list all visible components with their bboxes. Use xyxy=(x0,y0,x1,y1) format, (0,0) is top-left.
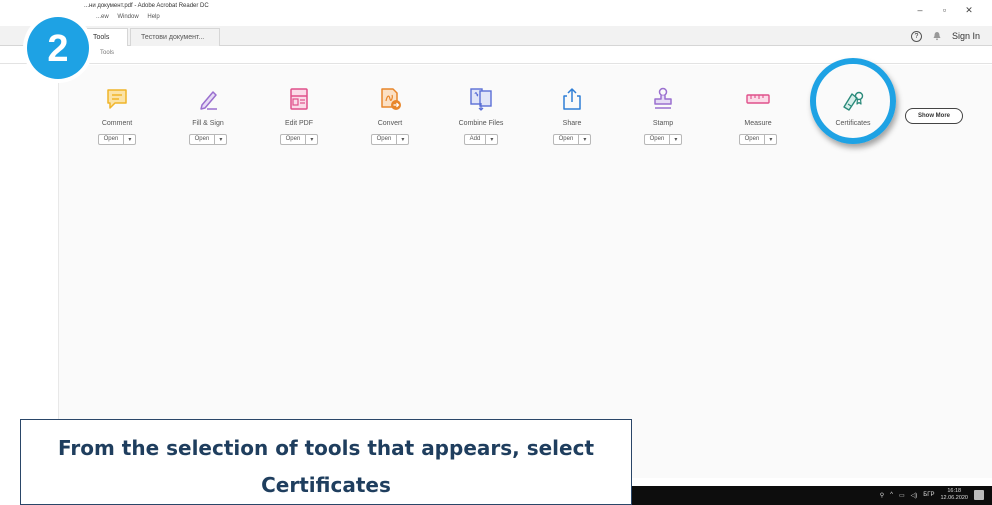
volume-icon[interactable]: ◁) xyxy=(911,492,918,499)
chevron-down-icon[interactable]: ▾ xyxy=(670,135,681,144)
tool-label: Edit PDF xyxy=(284,120,313,127)
date: 12.06.2020 xyxy=(940,495,968,501)
tool-comment[interactable]: Comment Open ▾ xyxy=(72,86,162,145)
chevron-down-icon[interactable]: ▾ xyxy=(486,135,497,144)
menu-help[interactable]: Help xyxy=(147,14,159,20)
tool-label: Fill & Sign xyxy=(192,120,224,127)
open-button[interactable]: Open ▾ xyxy=(188,134,228,145)
open-button[interactable]: Open ▾ xyxy=(279,134,319,145)
tool-edit-pdf[interactable]: Edit PDF Open ▾ xyxy=(254,86,344,145)
menu-window[interactable]: Window xyxy=(117,14,138,20)
tool-label: Combine Files xyxy=(458,120,504,127)
tool-measure[interactable]: Measure Open ▾ xyxy=(713,86,803,145)
chevron-down-icon[interactable]: ▾ xyxy=(397,135,408,144)
highlight-ring xyxy=(810,58,896,144)
open-button[interactable]: Open ▾ xyxy=(552,134,592,145)
tool-stamp[interactable]: Stamp Open ▾ xyxy=(618,86,708,145)
breadcrumb-tools[interactable]: Tools xyxy=(100,50,114,56)
system-tray: ⚲ ^ ▭ ◁) БГР 16:18 12.06.2020 xyxy=(880,488,984,502)
menu-bar: ...ew Window Help xyxy=(96,14,167,20)
chevron-down-icon[interactable]: ▾ xyxy=(215,135,226,144)
chevron-down-icon[interactable]: ▾ xyxy=(306,135,317,144)
window-title: ...ни документ.pdf - Adobe Acrobat Reade… xyxy=(84,3,209,9)
bell-icon[interactable] xyxy=(932,31,942,41)
open-button[interactable]: Open ▾ xyxy=(643,134,683,145)
convert-icon xyxy=(381,88,401,110)
notification-icon[interactable] xyxy=(974,490,984,500)
tool-label: Measure xyxy=(744,120,772,127)
tool-combine-files[interactable]: Combine Files Add ▾ xyxy=(436,86,526,145)
tool-fill-sign[interactable]: Fill & Sign Open ▾ xyxy=(163,86,253,145)
restore-button[interactable]: ▫ xyxy=(933,5,955,15)
measure-icon xyxy=(746,94,770,104)
share-icon xyxy=(563,88,581,110)
minimize-button[interactable]: – xyxy=(909,5,931,15)
tab-document[interactable]: Тестови документ... xyxy=(130,28,220,46)
tool-share[interactable]: Share Open ▾ xyxy=(527,86,617,145)
chevron-down-icon[interactable]: ▾ xyxy=(124,135,135,144)
combine-files-icon xyxy=(470,88,492,111)
tool-label: Comment xyxy=(101,120,133,127)
header-right-tools: ? Sign In xyxy=(910,28,980,44)
open-button[interactable]: Open ▾ xyxy=(370,134,410,145)
comment-icon xyxy=(107,89,127,109)
title-bar: ...ни документ.pdf - Adobe Acrobat Reade… xyxy=(0,0,992,26)
close-button[interactable]: ✕ xyxy=(958,5,980,16)
sign-in-link[interactable]: Sign In xyxy=(952,31,980,41)
tool-label: Share xyxy=(562,120,582,127)
help-icon[interactable]: ? xyxy=(910,30,922,42)
open-button[interactable]: Open ▾ xyxy=(97,134,137,145)
network-icon[interactable]: ▭ xyxy=(899,492,905,499)
time: 16:18 xyxy=(947,488,962,494)
language-indicator[interactable]: БГР xyxy=(923,492,934,498)
edit-pdf-icon xyxy=(290,88,308,110)
chevron-down-icon[interactable]: ▾ xyxy=(765,135,776,144)
chevron-up-icon[interactable]: ^ xyxy=(890,492,893,498)
step-number: 2 xyxy=(47,28,68,70)
show-more-button[interactable]: Show More xyxy=(905,108,963,124)
open-button[interactable]: Open ▾ xyxy=(738,134,778,145)
tool-convert[interactable]: Convert Open ▾ xyxy=(345,86,435,145)
people-icon[interactable]: ⚲ xyxy=(880,492,884,499)
chevron-down-icon[interactable]: ▾ xyxy=(579,135,590,144)
fill-sign-icon xyxy=(200,91,217,110)
window-controls: – ▫ ✕ xyxy=(909,5,980,16)
tab-bar: Tools Тестови документ... ? Sign In xyxy=(0,26,992,46)
stamp-icon xyxy=(654,87,672,109)
screen: ...ни документ.pdf - Adobe Acrobat Reade… xyxy=(0,0,992,505)
instruction-caption: From the selection of tools that appears… xyxy=(20,419,632,505)
tool-label: Stamp xyxy=(652,120,674,127)
add-button[interactable]: Add ▾ xyxy=(463,134,499,145)
clock[interactable]: 16:18 12.06.2020 xyxy=(940,488,968,502)
taskbar: ⚲ ^ ▭ ◁) БГР 16:18 12.06.2020 xyxy=(632,486,992,505)
step-badge: 2 xyxy=(23,13,93,83)
tool-label: Convert xyxy=(377,120,403,127)
